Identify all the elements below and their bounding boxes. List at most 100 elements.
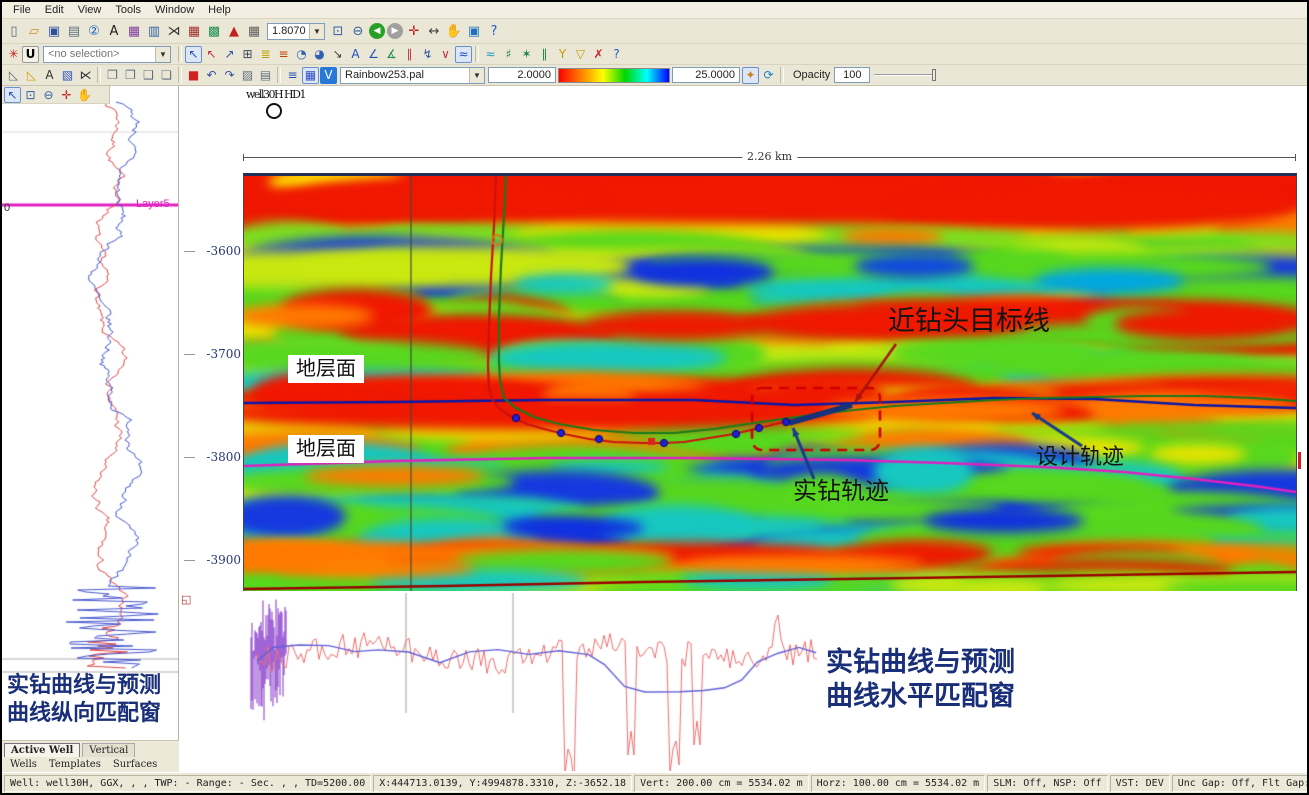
new-document-icon[interactable]: ▯ [5,22,23,40]
redo-icon[interactable]: ↷ [221,67,238,84]
copy-add-icon[interactable]: ❒ [122,67,139,84]
paste-icon[interactable]: ❑ [140,67,157,84]
export-report-icon[interactable]: ② [85,22,103,40]
grab-pick-icon[interactable]: ◔ [293,46,310,63]
zoom-box-icon[interactable]: ⊡ [22,87,39,103]
label-box-icon[interactable]: A [41,67,58,84]
marker-stripes-icon[interactable]: ≡ [275,46,292,63]
save-state-icon[interactable]: ▤ [257,67,274,84]
fit-width-icon[interactable]: ↔ [425,22,443,40]
menu-item[interactable]: File [6,3,38,17]
pan-hand-icon[interactable]: ✋ [76,87,93,103]
print-icon[interactable]: ▤ [65,22,83,40]
branch-icon[interactable]: Y [554,46,571,63]
caption-line: 实钻曲线与预测 [826,646,1015,680]
duplicate-icon[interactable]: ❏ [158,67,175,84]
node-link-icon[interactable]: ⋉ [77,67,94,84]
velocity-icon[interactable]: V [320,67,337,84]
dip-pick-icon[interactable]: ∡ [383,46,400,63]
menu-item[interactable]: View [71,3,109,17]
fit-extents-icon[interactable]: ✛ [58,87,75,103]
tab[interactable]: Active Well [4,743,80,757]
nav-forward-icon[interactable]: ▶ [387,23,403,39]
copy-icon[interactable]: ❐ [104,67,121,84]
tab[interactable]: Wells [4,759,43,770]
menu-item[interactable]: Edit [38,3,71,17]
chevron-down-icon[interactable]: ▼ [309,24,324,39]
palette-combo[interactable]: Rainbow253.pal ▼ [340,67,485,84]
opacity-input[interactable]: 100 [834,67,870,83]
ramp-yellow-icon[interactable]: ◺ [23,67,40,84]
save-icon[interactable]: ▣ [45,22,63,40]
wellhead-icon[interactable]: ▲ [225,22,243,40]
menu-item[interactable]: Window [148,3,201,17]
zoom-out-icon[interactable]: ⊖ [40,87,57,103]
pan-hand-icon[interactable]: ✋ [445,22,463,40]
slider-handle[interactable] [932,69,936,81]
flatten-horizon-icon[interactable]: ≣ [257,46,274,63]
palette-min-input[interactable]: 2.0000 [488,67,556,83]
snap-cursor-icon[interactable]: ↗ [221,46,238,63]
polygon-icon[interactable]: ▽ [572,46,589,63]
fault-pick-icon[interactable]: ∨ [437,46,454,63]
well-log-panel-canvas[interactable] [2,86,178,740]
image-overlay-icon[interactable]: ▧ [59,67,76,84]
palette-grid-icon[interactable]: ▦ [302,67,319,84]
fault-splay-icon[interactable]: ✶ [518,46,535,63]
zoom-level-combo[interactable]: 1.8070 ▼ [267,23,325,40]
calculator-icon[interactable]: ▦ [245,22,263,40]
log-edit-icon[interactable]: ∥ [401,46,418,63]
red-asterisk-icon[interactable]: ✳ [5,46,22,63]
menu-item[interactable]: Help [201,3,238,17]
zoom-out-icon[interactable]: ⊖ [349,22,367,40]
fit-extents-icon[interactable]: ✛ [405,22,423,40]
nav-back-icon[interactable]: ◀ [369,23,385,39]
crossplot-icon[interactable]: ⋊ [165,22,183,40]
map-view-icon[interactable]: ▩ [205,22,223,40]
interpolate-icon[interactable]: ✦ [742,67,759,84]
selection-dropdown[interactable]: <no selection> ▼ [43,46,171,63]
grid-table-icon[interactable]: ▦ [185,22,203,40]
delete-icon[interactable]: ✗ [590,46,607,63]
list-icon[interactable]: ≡ [284,67,301,84]
correlation-panel-icon[interactable]: ▦ [125,22,143,40]
help-icon[interactable]: ? [485,22,503,40]
underline-button[interactable]: U [22,46,39,63]
grab-pick2-icon[interactable]: ◕ [311,46,328,63]
menu-item[interactable]: Tools [108,3,148,17]
seismic-pick-icon[interactable]: ⊞ [239,46,256,63]
paste-special-icon[interactable]: ▨ [239,67,256,84]
undo-icon[interactable]: ↶ [203,67,220,84]
detach-panel-icon[interactable]: ◱ [181,593,191,606]
annotation-font-icon[interactable]: A [105,22,123,40]
hatch-icon[interactable]: ∥ [536,46,553,63]
chevron-down-icon[interactable]: ▼ [155,47,170,62]
pointer-plus-icon[interactable]: ↘ [329,46,346,63]
select-cursor-icon[interactable]: ↖ [4,87,21,103]
seismic-section-canvas[interactable] [243,173,1297,595]
palette-gradient-bar[interactable] [558,68,670,83]
wavelet-icon[interactable]: ≈ [482,46,499,63]
zoom-box-icon[interactable]: ⊡ [329,22,347,40]
curve-window-icon[interactable]: ≈ [455,46,472,63]
ramp-icon[interactable]: ◺ [5,67,22,84]
chevron-down-icon[interactable]: ▼ [469,68,484,83]
horizontal-match-canvas[interactable] [179,591,1309,771]
tab[interactable]: Surfaces [107,759,163,770]
opacity-slider[interactable] [874,67,936,83]
pick-point-icon[interactable]: ↖ [203,46,220,63]
snapshot-icon[interactable]: ▣ [465,22,483,40]
angle-icon[interactable]: ∠ [365,46,382,63]
open-project-icon[interactable]: ▱ [25,22,43,40]
select-cursor-icon[interactable]: ↖ [185,46,202,63]
split-panel-icon[interactable]: ▥ [145,22,163,40]
curve-pick-icon[interactable]: ↯ [419,46,436,63]
fault-fence-icon[interactable]: ♯ [500,46,517,63]
text-box-icon[interactable]: A [347,46,364,63]
tab[interactable]: Vertical [82,743,135,757]
refresh-icon[interactable]: ⟳ [760,67,777,84]
palette-max-input[interactable]: 25.0000 [672,67,740,83]
record-stop-icon[interactable]: ■ [185,67,202,84]
help2-icon[interactable]: ? [608,46,625,63]
tab[interactable]: Templates [43,759,107,770]
